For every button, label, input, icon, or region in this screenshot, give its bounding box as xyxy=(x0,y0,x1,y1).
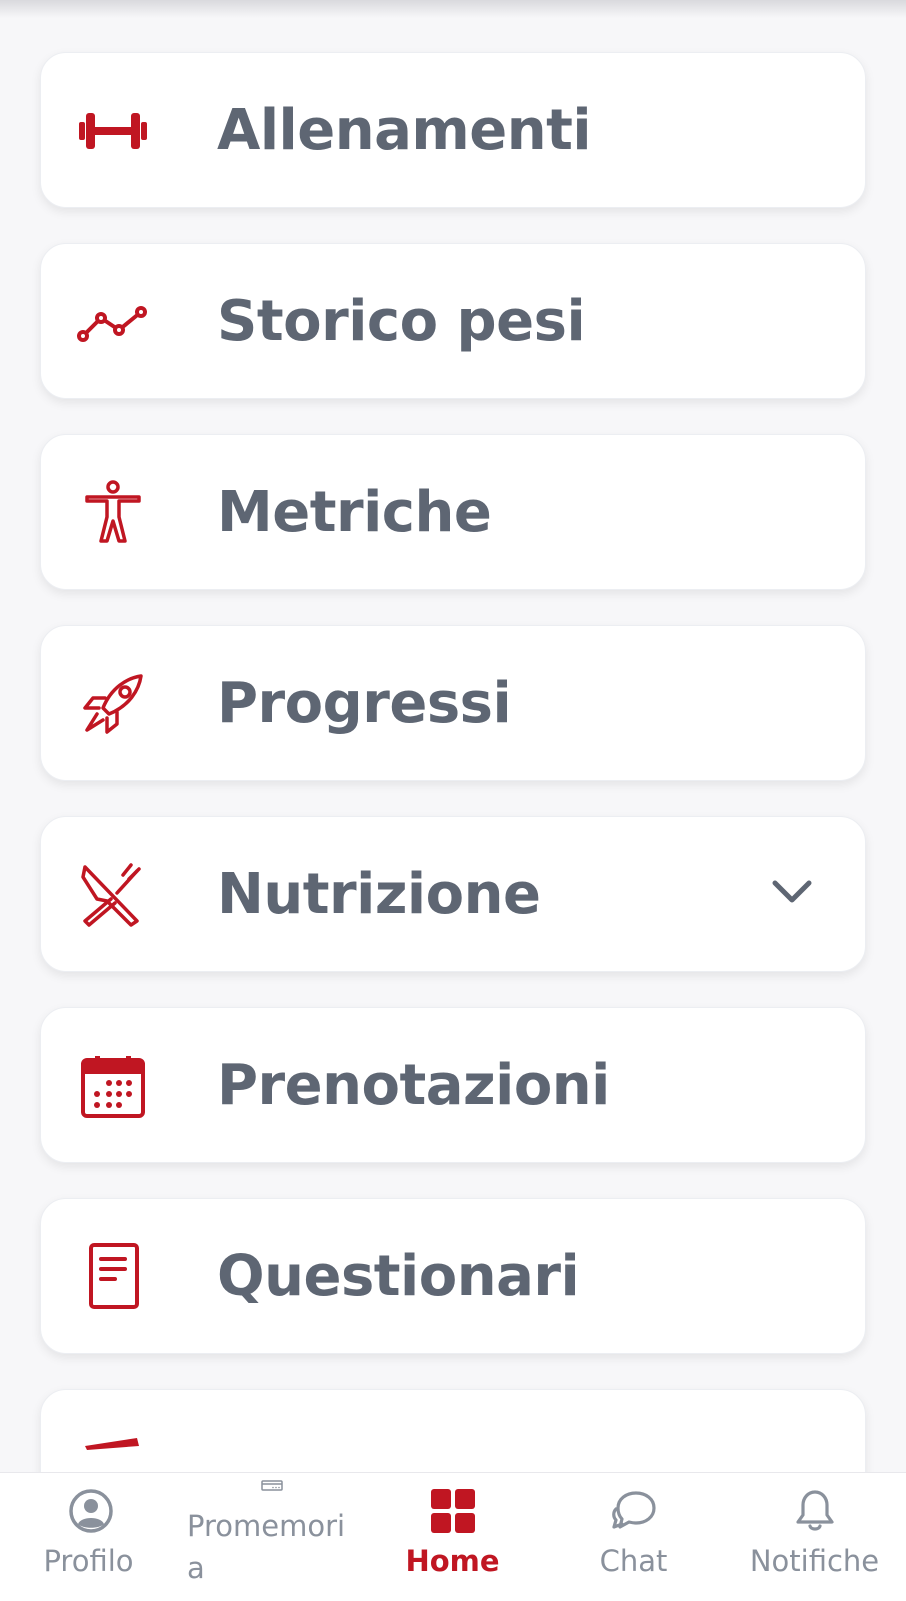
line-chart-icon xyxy=(77,292,149,352)
nav-label-notifiche: Notifiche xyxy=(749,1544,880,1578)
menu-item-partial[interactable] xyxy=(40,1389,866,1472)
menu-list: Allenamenti Storico pesi Metriche Progre… xyxy=(0,0,906,1472)
nav-item-home[interactable]: Home xyxy=(362,1473,543,1601)
nav-label-profilo: Profilo xyxy=(43,1544,134,1578)
menu-item-prenotazioni[interactable]: Prenotazioni xyxy=(40,1007,866,1163)
nav-label-promemoria: Promemoria xyxy=(187,1509,346,1585)
nav-item-promemoria[interactable]: Promemoria xyxy=(181,1473,362,1601)
partial-item-icon xyxy=(77,1436,149,1472)
nav-item-profilo[interactable]: Profilo xyxy=(0,1473,181,1601)
dumbbell-icon xyxy=(77,101,149,161)
menu-item-label: Metriche xyxy=(217,480,492,545)
nav-item-chat[interactable]: Chat xyxy=(543,1473,724,1601)
nav-item-notifiche[interactable]: Notifiche xyxy=(724,1473,905,1601)
bottom-nav: Profilo Promemoria Home Chat Notifiche xyxy=(0,1472,906,1601)
menu-item-label: Questionari xyxy=(217,1244,580,1309)
menu-item-label: Storico pesi xyxy=(217,289,586,354)
menu-item-allenamenti[interactable]: Allenamenti xyxy=(40,52,866,208)
rocket-icon xyxy=(77,674,149,734)
document-icon xyxy=(77,1243,149,1309)
user-icon xyxy=(68,1489,113,1533)
menu-item-metriche[interactable]: Metriche xyxy=(40,434,866,590)
nav-label-chat: Chat xyxy=(599,1544,668,1578)
reminder-icon xyxy=(260,1480,283,1491)
grid-icon xyxy=(430,1489,475,1533)
menu-item-questionari[interactable]: Questionari xyxy=(40,1198,866,1354)
menu-item-label: Prenotazioni xyxy=(217,1053,610,1118)
utensils-icon xyxy=(77,863,149,927)
menu-item-progressi[interactable]: Progressi xyxy=(40,625,866,781)
body-icon xyxy=(77,480,149,543)
nav-label-home: Home xyxy=(405,1544,500,1578)
calendar-icon xyxy=(77,1056,149,1118)
menu-item-label: Progressi xyxy=(217,671,512,736)
menu-item-label: Nutrizione xyxy=(217,862,541,927)
chat-icon xyxy=(611,1491,656,1529)
menu-item-storico-pesi[interactable]: Storico pesi xyxy=(40,243,866,399)
menu-item-nutrizione[interactable]: Nutrizione xyxy=(40,816,866,972)
menu-item-label: Allenamenti xyxy=(217,98,592,163)
bell-icon xyxy=(795,1490,834,1531)
chevron-down-icon[interactable] xyxy=(769,871,815,915)
